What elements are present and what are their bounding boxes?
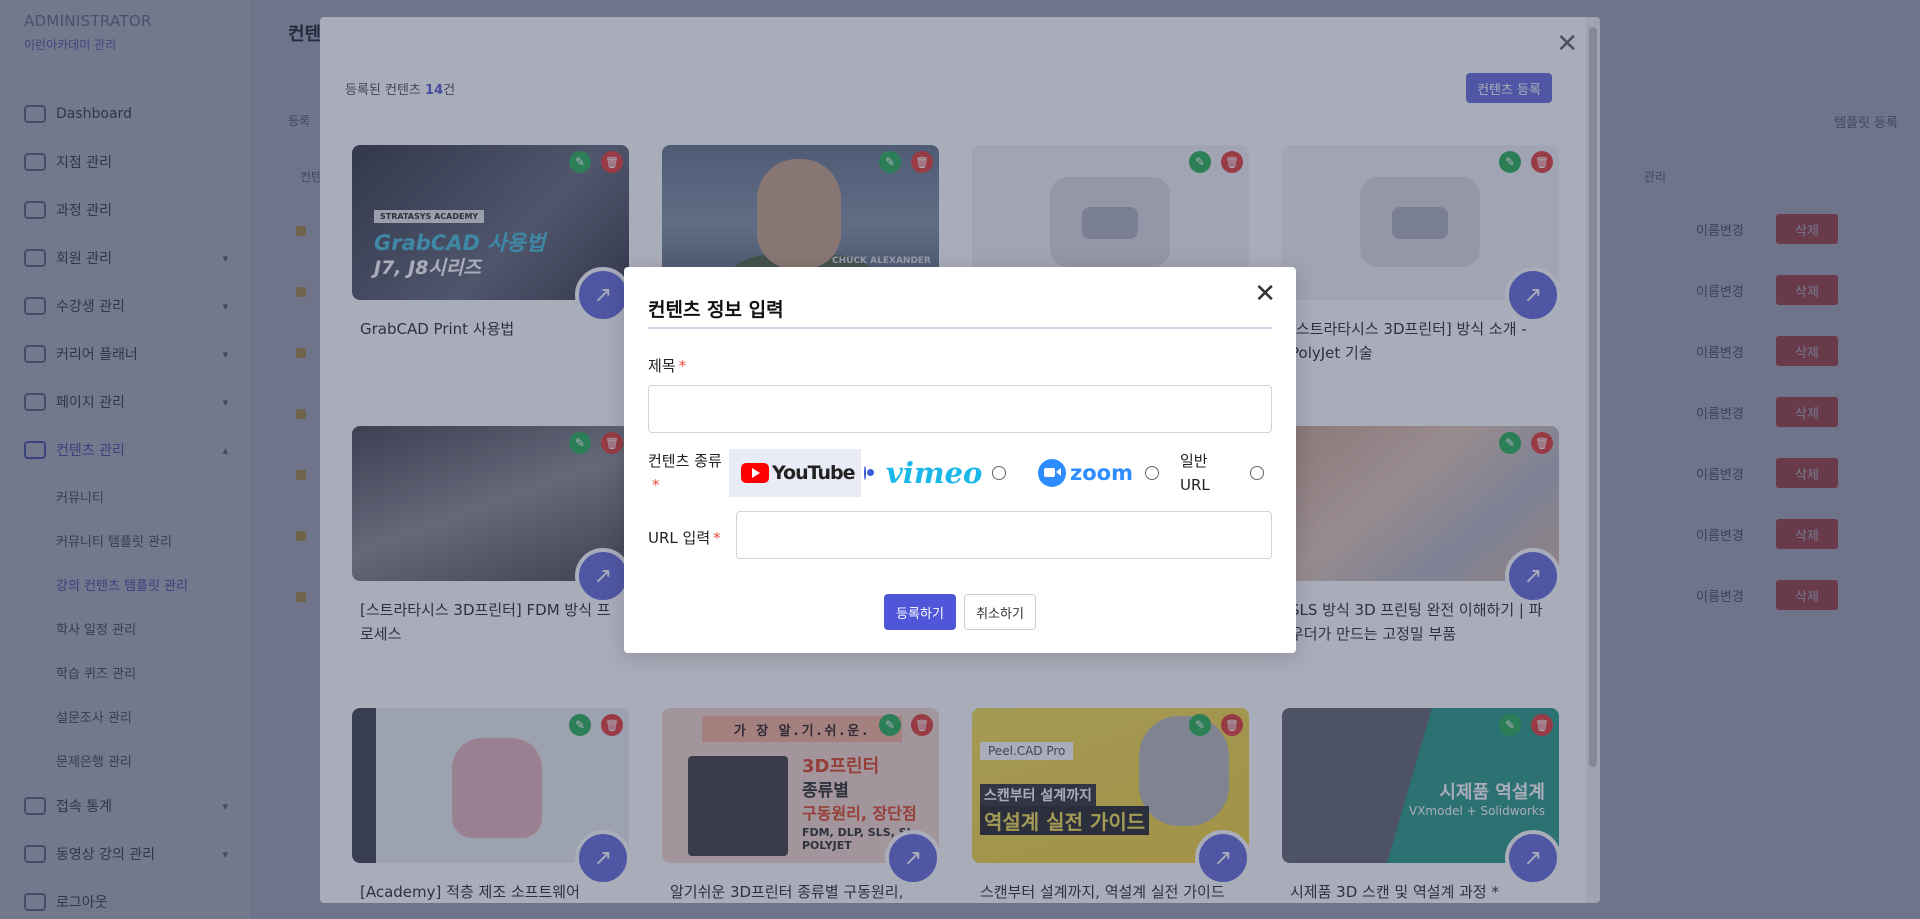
url-field-label: URL 입력 *: [648, 527, 721, 548]
type-option-youtube[interactable]: YouTube: [729, 449, 875, 497]
title-field-label: 제목 *: [648, 355, 686, 376]
zoom-label: zoom: [1070, 461, 1133, 485]
url-input[interactable]: [736, 511, 1272, 559]
close-icon[interactable]: ✕: [1254, 279, 1276, 309]
type-option-vimeo[interactable]: vimeo: [886, 449, 1016, 497]
title-input[interactable]: [648, 385, 1272, 433]
zoom-icon: [1038, 459, 1066, 487]
dialog-title: 컨텐츠 정보 입력: [648, 299, 784, 321]
youtube-label: YouTube: [772, 462, 855, 484]
cancel-button[interactable]: 취소하기: [964, 594, 1036, 630]
type-option-zoom[interactable]: zoom: [1038, 449, 1164, 497]
general-url-radio[interactable]: [1250, 466, 1264, 480]
required-marker: *: [652, 476, 660, 494]
vimeo-logo: vimeo: [886, 456, 983, 490]
vimeo-radio[interactable]: [992, 466, 1007, 480]
submit-button[interactable]: 등록하기: [884, 594, 956, 630]
youtube-radio[interactable]: [864, 466, 875, 480]
youtube-logo: YouTube: [741, 462, 855, 484]
general-url-label: 일반 URL: [1180, 452, 1210, 494]
label-text: URL 입력: [648, 529, 711, 547]
content-info-dialog: 컨텐츠 정보 입력 ✕ 제목 * 컨텐츠 종류 * YouTube vimeo zo…: [624, 267, 1296, 653]
type-option-general-url[interactable]: 일반 URL: [1180, 449, 1272, 497]
required-marker: *: [678, 357, 687, 375]
divider: [648, 327, 1272, 329]
label-text: 컨텐츠 종류: [648, 452, 722, 470]
youtube-play-icon: [741, 463, 769, 483]
zoom-radio[interactable]: [1144, 466, 1159, 480]
label-text: 제목: [648, 357, 676, 375]
content-type-label: 컨텐츠 종류 *: [648, 449, 728, 497]
required-marker: *: [713, 529, 721, 547]
